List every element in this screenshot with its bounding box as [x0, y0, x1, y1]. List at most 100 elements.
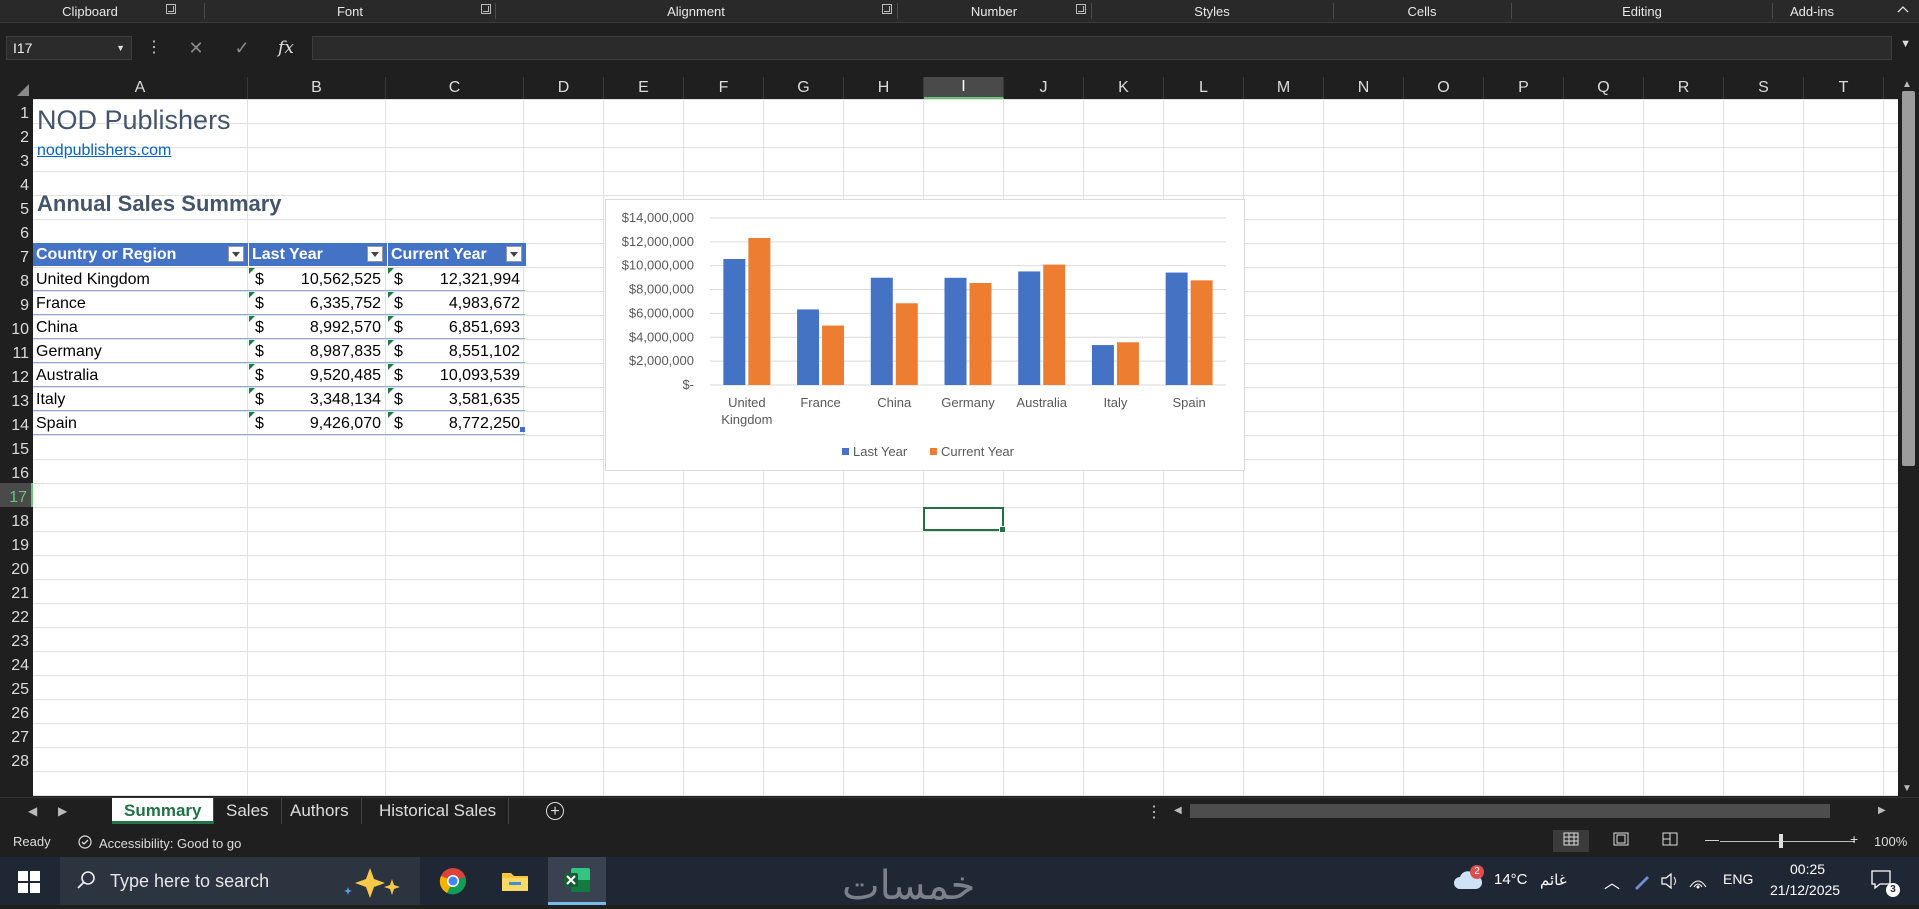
collapse-ribbon-icon[interactable] — [1895, 3, 1911, 19]
column-header-e[interactable]: E — [604, 77, 684, 99]
sheet-cells[interactable]: NOD Publishers nodpublishers.com Annual … — [33, 99, 1898, 796]
sales-chart[interactable]: $- $2,000,000 $4,000,000 $6,000,000 $8,000,0… — [605, 199, 1245, 471]
column-header-j[interactable]: J — [1004, 77, 1084, 99]
filter-dropdown-icon[interactable] — [228, 246, 244, 262]
expand-formula-bar-icon[interactable]: ▼ — [1900, 38, 1911, 50]
currency-symbol[interactable]: $ — [394, 291, 403, 315]
chrome-icon[interactable] — [424, 857, 482, 905]
row-header-16[interactable]: 16 — [0, 459, 33, 483]
more-options-icon[interactable]: ⋮ — [142, 38, 166, 58]
currency-symbol[interactable]: $ — [394, 315, 403, 339]
row-header-18[interactable]: 18 — [0, 507, 33, 531]
currency-symbol[interactable]: $ — [394, 411, 403, 435]
row-header-27[interactable]: 27 — [0, 723, 33, 747]
vertical-scroll-thumb[interactable] — [1902, 91, 1915, 466]
last-year-cell[interactable]: 10,562,525 — [273, 267, 381, 291]
show-hidden-icons-chevron-icon[interactable]: ︿ — [1604, 869, 1620, 893]
zoom-level[interactable]: 100% — [1874, 834, 1907, 849]
country-cell[interactable]: China — [36, 315, 246, 339]
network-icon[interactable] — [1688, 871, 1708, 896]
row-header-2[interactable]: 2 — [0, 123, 33, 147]
next-sheet-icon[interactable]: ▶ — [58, 804, 67, 818]
row-header-17[interactable]: 17 — [0, 483, 33, 507]
windows-start-icon[interactable] — [18, 871, 40, 893]
last-year-cell[interactable]: 9,426,070 — [273, 411, 381, 435]
row-header-15[interactable]: 15 — [0, 435, 33, 459]
column-header-t[interactable]: T — [1804, 77, 1884, 99]
weather-text[interactable]: غائم — [1540, 871, 1567, 889]
language-indicator[interactable]: ENG — [1723, 871, 1753, 887]
country-cell[interactable]: France — [36, 291, 246, 315]
header-last-year[interactable]: Last Year — [249, 243, 387, 266]
scroll-right-icon[interactable]: ▶ — [1878, 805, 1886, 816]
currency-symbol[interactable]: $ — [394, 387, 403, 411]
horizontal-scrollbar[interactable]: ◀ ▶ — [1172, 803, 1896, 819]
table-title-cell[interactable]: Annual Sales Summary — [37, 191, 282, 217]
active-cell-selection[interactable] — [923, 507, 1006, 533]
row-header-22[interactable]: 22 — [0, 603, 33, 627]
row-header-21[interactable]: 21 — [0, 579, 33, 603]
zoom-slider-thumb[interactable] — [1779, 834, 1783, 848]
volume-icon[interactable] — [1660, 871, 1680, 896]
zoom-slider[interactable] — [1720, 841, 1855, 842]
currency-symbol[interactable]: $ — [255, 387, 264, 411]
taskbar-search-box[interactable]: Type here to search — [60, 857, 420, 905]
column-header-h[interactable]: H — [844, 77, 924, 99]
row-header-28[interactable]: 28 — [0, 747, 33, 771]
currency-symbol[interactable]: $ — [255, 267, 264, 291]
pen-icon[interactable] — [1632, 871, 1652, 896]
scroll-left-icon[interactable]: ◀ — [1174, 805, 1182, 816]
last-year-cell[interactable]: 9,520,485 — [273, 363, 381, 387]
row-header-10[interactable]: 10 — [0, 315, 33, 339]
filter-dropdown-icon[interactable] — [367, 246, 383, 262]
column-header-m[interactable]: M — [1244, 77, 1324, 99]
insert-function-icon[interactable]: fx — [274, 38, 298, 58]
enter-icon[interactable]: ✓ — [230, 38, 254, 58]
currency-symbol[interactable]: $ — [255, 363, 264, 387]
horizontal-scroll-thumb[interactable] — [1190, 804, 1830, 818]
tab-sales[interactable]: Sales — [214, 798, 282, 824]
column-header-l[interactable]: L — [1164, 77, 1244, 99]
country-cell[interactable]: Germany — [36, 339, 246, 363]
vertical-scrollbar[interactable]: ▲ ▼ — [1898, 77, 1919, 797]
row-header-8[interactable]: 8 — [0, 267, 33, 291]
column-header-i[interactable]: I — [924, 77, 1004, 99]
header-country-region[interactable]: Country or Region — [33, 243, 248, 266]
row-header-7[interactable]: 7 — [0, 243, 33, 267]
row-header-1[interactable]: 1 — [0, 99, 33, 123]
row-header-25[interactable]: 25 — [0, 675, 33, 699]
clock-time[interactable]: 00:25 — [1790, 861, 1825, 877]
current-year-cell[interactable]: 12,321,994 — [412, 267, 520, 291]
current-year-cell[interactable]: 8,551,102 — [412, 339, 520, 363]
dialog-launcher-icon[interactable] — [166, 4, 176, 14]
row-header-23[interactable]: 23 — [0, 627, 33, 651]
zoom-in-button[interactable]: + — [1850, 831, 1858, 847]
tab-historical-sales[interactable]: Historical Sales — [367, 798, 510, 824]
header-current-year[interactable]: Current Year — [388, 243, 526, 266]
tab-summary[interactable]: Summary — [112, 798, 215, 824]
dialog-launcher-icon[interactable] — [1076, 4, 1086, 14]
last-year-cell[interactable]: 8,987,835 — [273, 339, 381, 363]
column-header-r[interactable]: R — [1644, 77, 1724, 99]
excel-app-icon[interactable] — [548, 857, 606, 905]
table-resize-handle[interactable] — [520, 427, 525, 432]
last-year-cell[interactable]: 3,348,134 — [273, 387, 381, 411]
row-header-9[interactable]: 9 — [0, 291, 33, 315]
column-header-s[interactable]: S — [1724, 77, 1804, 99]
column-header-d[interactable]: D — [524, 77, 604, 99]
column-header-f[interactable]: F — [684, 77, 764, 99]
row-header-4[interactable]: 4 — [0, 171, 33, 195]
previous-sheet-icon[interactable]: ◀ — [28, 804, 37, 818]
tab-authors[interactable]: Authors — [278, 798, 362, 824]
more-options-icon[interactable]: ⋮ — [1146, 802, 1162, 822]
current-year-cell[interactable]: 3,581,635 — [412, 387, 520, 411]
page-layout-view-button[interactable] — [1603, 830, 1639, 852]
column-header-g[interactable]: G — [764, 77, 844, 99]
dialog-launcher-icon[interactable] — [882, 4, 892, 14]
currency-symbol[interactable]: $ — [394, 339, 403, 363]
column-header-c[interactable]: C — [386, 77, 524, 99]
currency-symbol[interactable]: $ — [255, 339, 264, 363]
last-year-cell[interactable]: 8,992,570 — [273, 315, 381, 339]
currency-symbol[interactable]: $ — [255, 411, 264, 435]
clock-date[interactable]: 21/12/2025 — [1770, 882, 1840, 898]
